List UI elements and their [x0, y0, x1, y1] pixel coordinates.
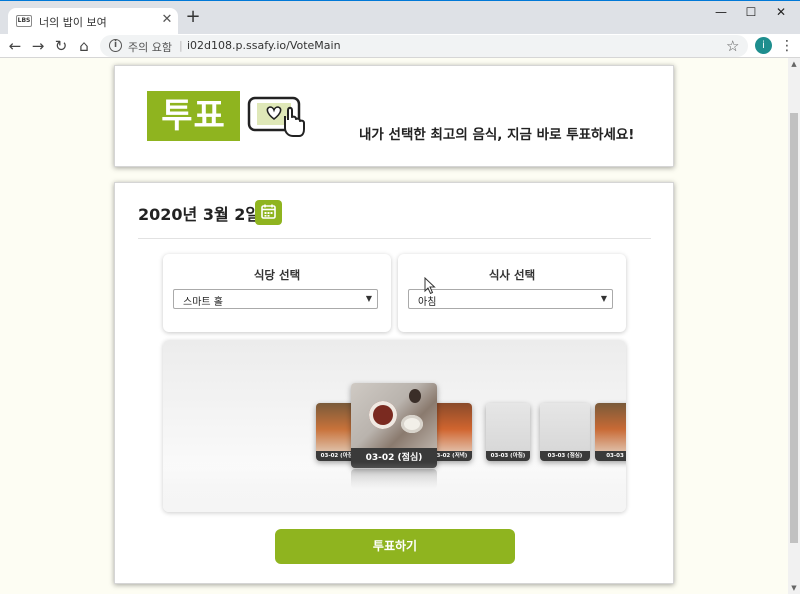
forward-button[interactable]: → — [27, 35, 49, 57]
meal-select-value: 아침 — [418, 297, 437, 308]
url-text[interactable]: i02d108.p.ssafy.io/VoteMain — [187, 39, 341, 52]
mouse-cursor-icon — [424, 277, 436, 295]
maximize-button[interactable]: ☐ — [736, 3, 766, 21]
window-close-button[interactable]: ✕ — [766, 3, 796, 21]
food-cup — [409, 389, 421, 403]
home-button[interactable]: ⌂ — [73, 35, 95, 57]
slide-caption: 03-03 — [595, 451, 626, 461]
calendar-button[interactable] — [255, 200, 282, 225]
info-icon[interactable]: i — [109, 39, 122, 52]
security-label[interactable]: 주의 요함 — [128, 39, 172, 55]
tab-title: 너의 밥이 보여 — [39, 16, 107, 29]
restaurant-select-value: 스마트 홀 — [183, 297, 223, 308]
minimize-button[interactable]: — — [706, 3, 736, 21]
browser-toolbar: ← → ↻ ⌂ i 주의 요함 | i02d108.p.ssafy.io/Vot… — [0, 34, 800, 58]
restaurant-select-card: 식당 선택 스마트 홀 ▼ — [163, 254, 391, 332]
browser-tab[interactable]: LBS 너의 밥이 보여 ✕ — [8, 8, 178, 35]
browser-tab-bar: LBS 너의 밥이 보여 ✕ + — ☐ ✕ — [0, 0, 800, 35]
scroll-up-icon[interactable]: ▲ — [788, 60, 800, 68]
carousel-slide[interactable]: 03-03 (아침) — [486, 403, 530, 461]
divider — [138, 238, 651, 239]
meal-select[interactable]: 아침 ▼ — [408, 289, 613, 309]
header-banner: 투표 내가 선택한 최고의 음식, 지금 바로 투표하세요! — [114, 65, 674, 167]
calendar-icon — [261, 204, 276, 219]
vote-submit-button[interactable]: 투표하기 — [275, 529, 515, 564]
back-button[interactable]: ← — [4, 35, 26, 57]
address-bar[interactable]: i 주의 요함 | i02d108.p.ssafy.io/VoteMain ☆ — [100, 35, 748, 57]
vote-logo: 투표 — [147, 91, 240, 141]
food-bowl — [369, 401, 397, 429]
carousel-slide[interactable]: 03-03 — [595, 403, 626, 461]
food-carousel[interactable]: 03-02 (아침) 03-02 (저녁) 03-03 (아침) 03-03 (… — [163, 340, 626, 512]
new-tab-button[interactable]: + — [184, 8, 202, 26]
phone-heart-icon — [247, 96, 305, 137]
carousel-fade — [163, 462, 626, 512]
bookmark-star-icon[interactable]: ☆ — [726, 36, 739, 56]
slide-caption: 03-03 (아침) — [486, 451, 530, 461]
food-plate — [401, 415, 423, 433]
chevron-down-icon: ▼ — [600, 294, 607, 303]
restaurant-select-title: 식당 선택 — [253, 268, 301, 282]
slide-caption: 03-03 (점심) — [540, 451, 590, 461]
chevron-down-icon: ▼ — [365, 294, 372, 303]
scroll-down-icon[interactable]: ▼ — [788, 584, 800, 592]
profile-avatar[interactable]: i — [755, 37, 772, 54]
favicon-icon: LBS — [16, 15, 32, 27]
slogan-text: 내가 선택한 최고의 음식, 지금 바로 투표하세요! — [359, 127, 635, 143]
address-separator: | — [179, 39, 183, 52]
date-label: 2020년 3월 2일 — [138, 205, 261, 224]
reload-button[interactable]: ↻ — [50, 35, 72, 57]
browser-menu-icon[interactable]: ⋮ — [780, 36, 794, 56]
tab-close-icon[interactable]: ✕ — [161, 12, 173, 28]
scroll-thumb[interactable] — [790, 113, 798, 543]
carousel-slide-active[interactable]: 03-02 (점심) — [351, 383, 437, 468]
page-scrollbar[interactable]: ▲ ▼ — [788, 58, 800, 594]
restaurant-select[interactable]: 스마트 홀 ▼ — [173, 289, 378, 309]
carousel-slide[interactable]: 03-03 (점심) — [540, 403, 590, 461]
vote-panel: 2020년 3월 2일 식당 선택 스마트 홀 ▼ 식사 선택 아침 ▼ 03-… — [114, 182, 674, 584]
